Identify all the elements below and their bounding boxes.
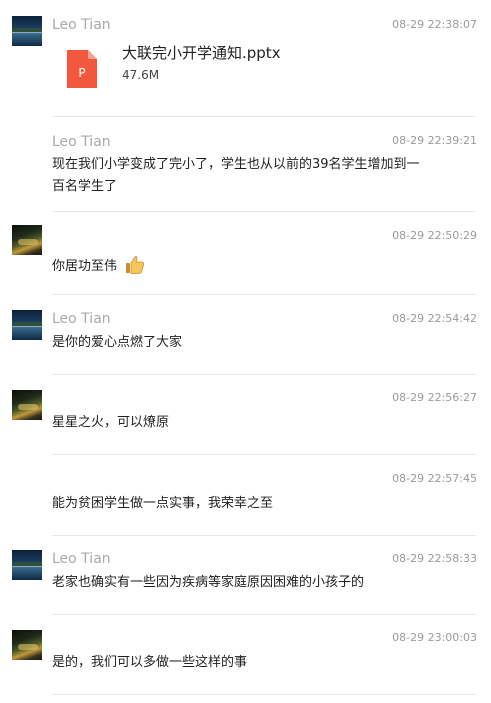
ppt-letter: P (78, 66, 85, 80)
message-text-content: 你居功至伟 (52, 259, 118, 274)
avatar[interactable] (12, 390, 42, 420)
chat-message: 08-29 22:56:27 星星之火，可以燎原 (0, 375, 491, 455)
avatar[interactable] (12, 16, 42, 46)
avatar[interactable] (12, 310, 42, 340)
message-text: 是你的爱心点燃了大家 (52, 335, 183, 350)
sender-name: Leo Tian (52, 311, 111, 327)
message-text: 老家也确实有一些因为疾病等家庭原因困难的小孩子的 (52, 575, 365, 590)
message-divider (52, 116, 476, 117)
message-timestamp: 08-29 22:56:27 (392, 391, 477, 404)
message-text: 星星之火，可以燎原 (52, 415, 170, 430)
chat-message: 08-29 23:00:03 是的，我们可以多做一些这样的事 (0, 615, 491, 703)
sender-name: Leo Tian (52, 551, 111, 567)
chat-message: Leo Tian 08-29 22:58:33 老家也确实有一些因为疾病等家庭原… (0, 535, 491, 615)
message-timestamp: 08-29 22:54:42 (392, 312, 477, 325)
chat-message: Leo Tian 08-29 22:54:42 是你的爱心点燃了大家 (0, 295, 491, 375)
message-text: 现在我们小学变成了完小了，学生也从以前的39名学生增加到一 百名学生了 (52, 154, 462, 198)
message-text: 能为贫困学生做一点实事，我荣幸之至 (52, 496, 274, 511)
message-text: 你居功至伟 (52, 255, 462, 278)
avatar[interactable] (12, 225, 42, 255)
chat-message: 08-29 22:50:29 你居功至伟 (0, 213, 491, 295)
avatar[interactable] (12, 550, 42, 580)
sender-name: Leo Tian (52, 134, 111, 150)
message-text-line: 现在我们小学变成了完小了，学生也从以前的39名学生增加到一 (52, 157, 420, 172)
file-size: 47.6M (122, 68, 160, 82)
message-divider (52, 211, 476, 212)
avatar[interactable] (12, 630, 42, 660)
message-divider (52, 694, 476, 695)
chat-message: Leo Tian 08-29 22:38:07 P 大联完小开学通知.pptx … (0, 0, 491, 118)
message-timestamp: 08-29 22:57:45 (392, 472, 477, 485)
sender-name: Leo Tian (52, 17, 111, 33)
message-text: 是的，我们可以多做一些这样的事 (52, 655, 248, 670)
message-timestamp: 08-29 22:58:33 (392, 552, 477, 565)
message-timestamp: 08-29 22:39:21 (392, 134, 477, 147)
file-name[interactable]: 大联完小开学通知.pptx (122, 42, 281, 63)
message-timestamp: 08-29 23:00:03 (392, 631, 477, 644)
message-timestamp: 08-29 22:50:29 (392, 229, 477, 242)
message-text-line: 百名学生了 (52, 179, 118, 194)
chat-message: Leo Tian 08-29 22:39:21 现在我们小学变成了完小了，学生也… (0, 118, 491, 213)
message-timestamp: 08-29 22:38:07 (392, 18, 477, 31)
thumbs-up-emoji (126, 256, 145, 274)
ppt-file-icon[interactable]: P (67, 50, 97, 88)
chat-message: 08-29 22:57:45 能为贫困学生做一点实事，我荣幸之至 (0, 455, 491, 536)
